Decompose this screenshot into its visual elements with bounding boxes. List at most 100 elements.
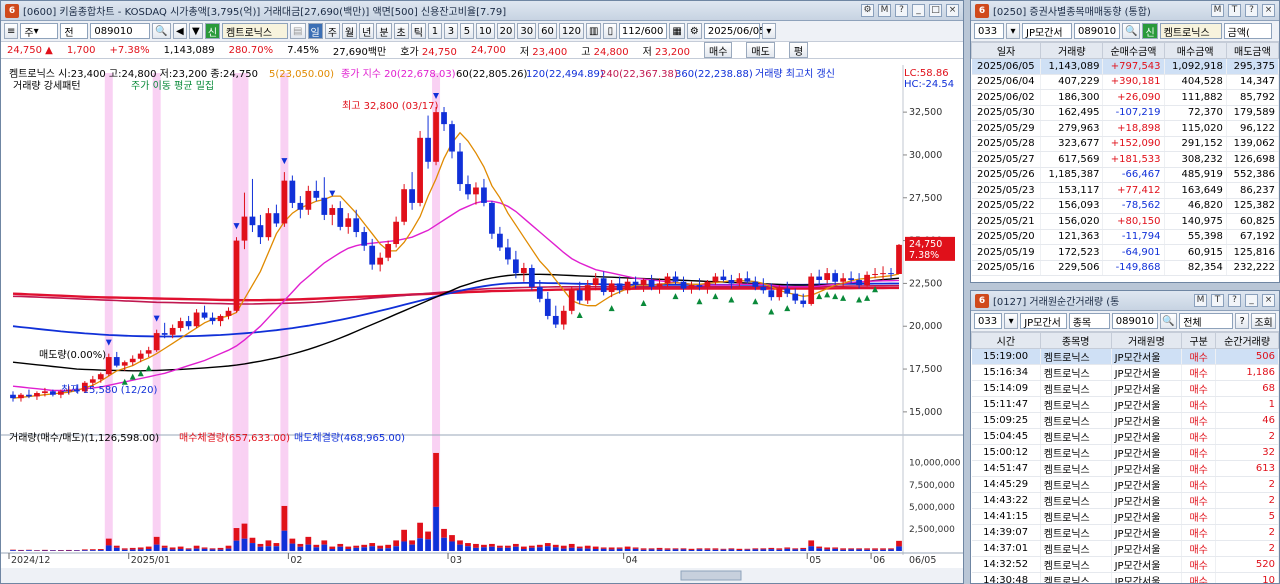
table-row[interactable]: 2025/05/23 153,117 +77,412 163,649 86,237 <box>971 182 1279 199</box>
close-icon[interactable]: × <box>1262 4 1275 17</box>
help-icon[interactable]: ? <box>895 4 908 17</box>
col-qty[interactable]: 순간거래량 <box>1215 332 1279 349</box>
type-select[interactable]: 주 ▾ <box>20 23 59 39</box>
table-row[interactable]: 14:32:52 켐트로닉스 JP모간서울 매수 520 <box>971 556 1279 573</box>
dropdown-icon[interactable]: ▾ <box>1004 313 1019 329</box>
col-broker[interactable]: 거래원명 <box>1110 332 1183 349</box>
table-row[interactable]: 14:51:47 켐트로닉스 JP모간서울 매수 613 <box>971 460 1279 477</box>
calendar-icon[interactable]: ▦ <box>669 23 685 39</box>
sell-button[interactable]: 매도 <box>746 42 775 58</box>
eval-button[interactable]: 평 <box>788 42 809 58</box>
table-row[interactable]: 2025/05/16 229,506 -149,868 82,354 232,222 <box>971 260 1279 276</box>
kind-select[interactable]: 종목 <box>1068 313 1110 329</box>
code-input[interactable]: 089010 <box>90 23 151 39</box>
help-icon[interactable]: ? <box>1235 313 1250 329</box>
broker-name-field[interactable]: JP모간서 <box>1022 23 1072 39</box>
table-row[interactable]: 15:09:25 켐트로닉스 JP모간서울 매수 46 <box>971 412 1279 429</box>
maximize-icon[interactable]: □ <box>929 4 942 17</box>
minute-3[interactable]: 3 <box>443 23 458 39</box>
help-icon[interactable]: ? <box>1245 4 1258 17</box>
trade-titlebar[interactable]: 6 [0127] 거래원순간거래량 (통 M T ? _ × <box>971 291 1279 311</box>
filter-select[interactable]: 전체 <box>1179 313 1234 329</box>
table-row[interactable]: 14:45:29 켐트로닉스 JP모간서울 매수 2 <box>971 476 1279 493</box>
table-row[interactable]: 14:37:01 켐트로닉스 JP모간서울 매수 2 <box>971 540 1279 557</box>
help-icon[interactable]: ? <box>1228 294 1241 307</box>
table-row[interactable]: 15:16:34 켐트로닉스 JP모간서울 매수 1,186 <box>971 364 1279 381</box>
period-day[interactable]: 일 <box>307 23 323 39</box>
table-row[interactable]: 15:14:09 켐트로닉스 JP모간서울 매수 68 <box>971 380 1279 397</box>
table-row[interactable]: 2025/05/30 162,495 -107,219 72,370 179,589 <box>971 105 1279 121</box>
table-row[interactable]: 2025/05/22 156,093 -78,562 46,820 125,382 <box>971 198 1279 214</box>
minute-60[interactable]: 60 <box>538 23 557 39</box>
sound-icon[interactable]: ◀ <box>172 23 187 39</box>
broker-code-field[interactable]: 033 <box>974 313 1003 329</box>
period-tick[interactable]: 틱 <box>410 23 426 39</box>
table-row[interactable]: 2025/05/26 1,185,387 -66,467 485,919 552,386 <box>971 167 1279 183</box>
link-icon[interactable]: ▤ <box>290 23 306 39</box>
minimize-icon[interactable]: _ <box>912 4 925 17</box>
table-row[interactable]: 14:43:22 켐트로닉스 JP모간서울 매수 2 <box>971 492 1279 509</box>
period-month[interactable]: 월 <box>341 23 358 39</box>
unit-select[interactable]: 금액( <box>1223 23 1272 39</box>
search-icon[interactable]: 🔍 <box>1122 23 1141 39</box>
scroll-icon[interactable]: ▥ <box>585 23 602 39</box>
prev-icon[interactable]: ▼ <box>188 23 203 39</box>
menu-icon[interactable]: ≡ <box>4 23 19 39</box>
buy-button[interactable]: 매수 <box>704 42 733 58</box>
query-button[interactable]: 조회 <box>1251 313 1276 329</box>
ratio-icon[interactable]: ▯ <box>603 23 618 39</box>
col-sell-amount[interactable]: 매도금액 <box>1225 42 1279 59</box>
settings-icon[interactable]: ⚙ <box>861 4 874 17</box>
table-row[interactable]: 14:41:15 켐트로닉스 JP모간서울 매수 5 <box>971 508 1279 525</box>
table-row[interactable]: 2025/05/19 172,523 -64,901 60,915 125,816 <box>971 244 1279 261</box>
close-icon[interactable]: × <box>1262 294 1275 307</box>
stock-code-field[interactable]: 089010 <box>1111 313 1158 329</box>
minute-1[interactable]: 1 <box>427 23 442 39</box>
table-row[interactable]: 2025/06/02 186,300 +26,090 111,882 85,792 <box>971 89 1279 106</box>
count-field[interactable]: 112/600 <box>619 23 668 39</box>
col-date[interactable]: 일자 <box>971 42 1042 59</box>
mail-icon[interactable]: M <box>1211 4 1224 17</box>
table-row[interactable]: 14:39:07 켐트로닉스 JP모간서울 매수 2 <box>971 524 1279 541</box>
table-row[interactable]: 15:19:00 켐트로닉스 JP모간서울 매수 506 <box>971 348 1279 365</box>
col-volume[interactable]: 거래량 <box>1040 42 1104 59</box>
stock-name-field[interactable]: 켐트로닉스 <box>1159 23 1222 39</box>
date-picker-icon[interactable]: ▾ <box>761 23 776 39</box>
minute-20[interactable]: 20 <box>496 23 516 39</box>
col-buy-amount[interactable]: 매수금액 <box>1163 42 1227 59</box>
chart-titlebar[interactable]: 6 [0600] 키움종합차트 - KOSDAQ 시가총액[3,795(억)] … <box>1 1 963 21</box>
pin-icon[interactable]: T <box>1211 294 1224 307</box>
search-icon[interactable]: 🔍 <box>1159 313 1178 329</box>
table-row[interactable]: 15:04:45 켐트로닉스 JP모간서울 매수 2 <box>971 428 1279 445</box>
table-row[interactable]: 14:30:48 켐트로닉스 JP모간서울 매수 10 <box>971 572 1279 583</box>
dropdown-icon[interactable]: ▾ <box>1006 23 1020 39</box>
candlestick-chart[interactable]: 32,50030,00027,50025,00022,50020,00017,5… <box>1 65 964 583</box>
minute-30[interactable]: 30 <box>517 23 537 39</box>
period-second[interactable]: 초 <box>393 23 409 39</box>
mail-icon[interactable]: M <box>1194 294 1207 307</box>
table-row[interactable]: 2025/05/21 156,020 +80,150 140,975 60,825 <box>971 213 1279 230</box>
minute-120[interactable]: 120 <box>558 23 584 39</box>
investor-titlebar[interactable]: 6 [0250] 증권사별종목매매동향 (통합) M T ? × <box>971 1 1279 21</box>
table-row[interactable]: 2025/05/29 279,963 +18,898 115,020 96,122 <box>971 120 1279 137</box>
period-year[interactable]: 년 <box>359 23 375 39</box>
table-row[interactable]: 2025/05/27 617,569 +181,533 308,232 126,698 <box>971 151 1279 168</box>
table-row[interactable]: 2025/05/20 121,363 -11,794 55,398 67,192 <box>971 229 1279 245</box>
col-side[interactable]: 구분 <box>1181 332 1217 349</box>
stock-name-field[interactable]: 켐트로닉스 <box>222 23 289 39</box>
table-row[interactable]: 15:11:47 켐트로닉스 JP모간서울 매수 1 <box>971 396 1279 413</box>
minimize-icon[interactable]: _ <box>1245 294 1258 307</box>
minute-10[interactable]: 10 <box>475 23 495 39</box>
mail-icon[interactable]: M <box>878 4 891 17</box>
broker-code-field[interactable]: 033 <box>974 23 1004 39</box>
gear-icon[interactable]: ⚙ <box>686 23 702 39</box>
table-row[interactable]: 2025/06/04 407,229 +390,181 404,528 14,347 <box>971 74 1279 90</box>
market-select[interactable]: 전 <box>60 23 89 39</box>
date-field[interactable]: 2025/06/05 <box>703 23 765 39</box>
table-row[interactable]: 2025/05/28 323,677 +152,090 291,152 139,062 <box>971 136 1279 152</box>
broker-name-field[interactable]: JP모간서 <box>1020 313 1067 329</box>
period-minute[interactable]: 분 <box>376 23 392 39</box>
period-week[interactable]: 주 <box>324 23 340 39</box>
close-icon[interactable]: × <box>946 4 959 17</box>
table-row[interactable]: 2025/06/05 1,143,089 +797,543 1,092,918 295,… <box>971 58 1279 75</box>
